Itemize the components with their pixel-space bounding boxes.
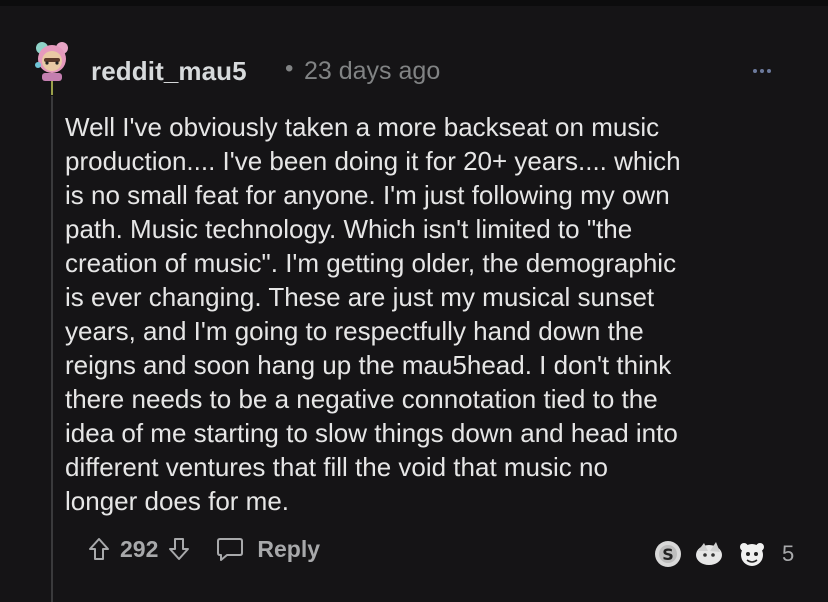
snoo-avatar-icon[interactable] <box>30 39 74 95</box>
helpful-award-icon <box>735 539 769 569</box>
reply-label: Reply <box>257 535 321 562</box>
comment-bubble-icon <box>217 538 244 561</box>
username[interactable]: reddit_mau5 <box>91 56 247 87</box>
comment: reddit_mau5 • 23 days ago Well I've obvi… <box>0 6 828 602</box>
thread-line[interactable] <box>51 96 53 602</box>
wholesome-award-icon <box>692 539 726 569</box>
more-options-button[interactable] <box>744 56 780 86</box>
awards-bar[interactable]: S 5 <box>653 534 794 574</box>
meta-separator: • <box>285 55 294 82</box>
timestamp[interactable]: 23 days ago <box>304 57 440 86</box>
vote-count: 292 <box>120 535 159 562</box>
comment-body: Well I've obviously taken a more backsea… <box>65 112 681 516</box>
award-count: 5 <box>782 541 795 566</box>
reply-button[interactable]: Reply <box>216 536 320 563</box>
upvote-button[interactable] <box>88 537 110 561</box>
downvote-arrow-icon <box>169 538 190 560</box>
svg-text:S: S <box>662 545 674 564</box>
comment-actions: 292 Reply <box>88 530 320 568</box>
upvote-arrow-icon <box>89 538 109 560</box>
more-options-icon <box>753 69 757 73</box>
downvote-button[interactable] <box>168 537 190 561</box>
silver-award-icon: S <box>653 539 683 569</box>
